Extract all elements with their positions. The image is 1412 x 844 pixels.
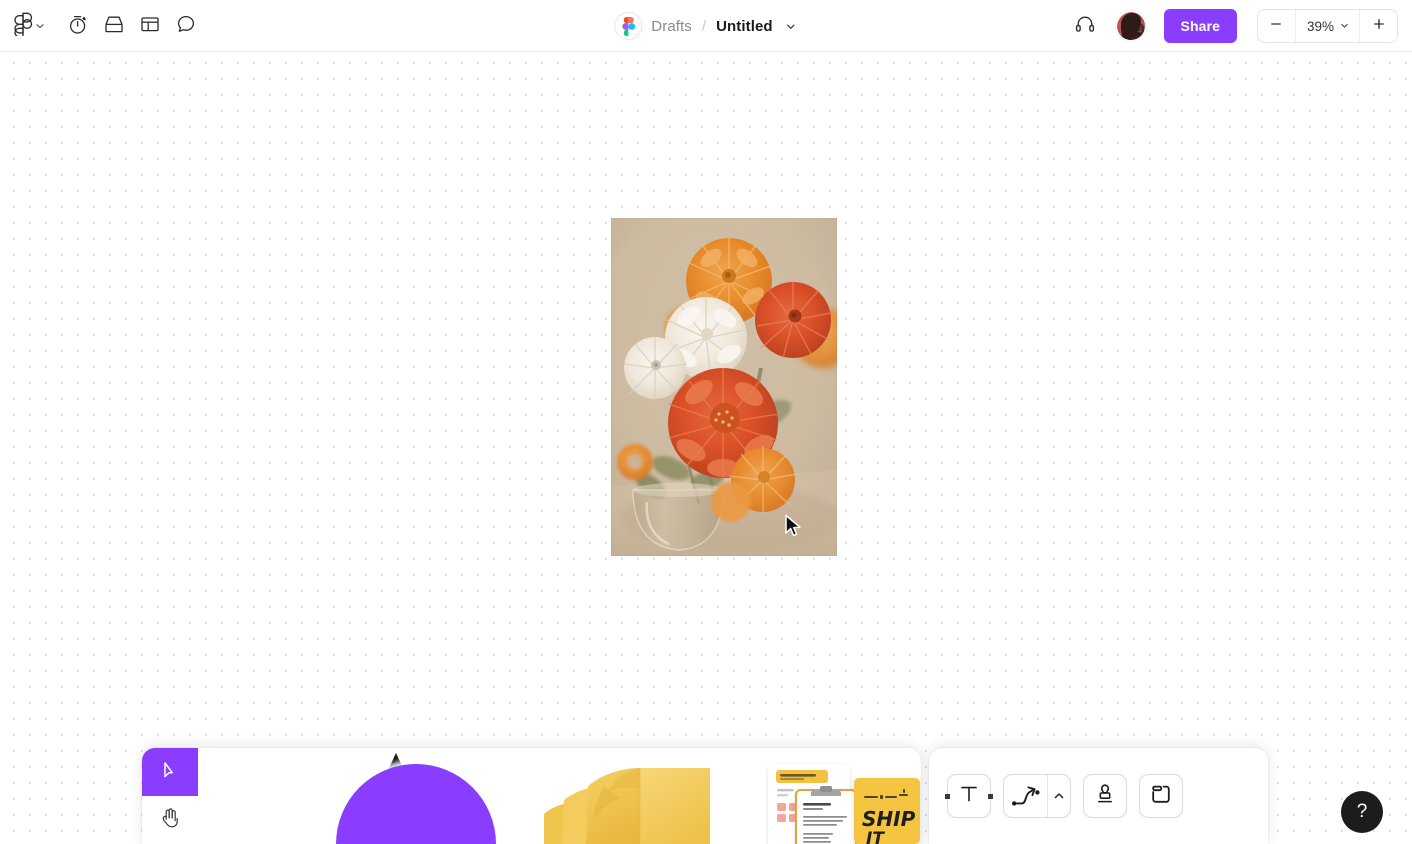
help-button[interactable]: ? xyxy=(1341,791,1383,833)
file-menu-chevron-down-icon[interactable] xyxy=(785,20,798,33)
top-bar-right-tools: Share 39% xyxy=(1068,0,1398,52)
connector-tool-chevron-up-icon[interactable] xyxy=(1047,775,1070,817)
zoom-level-value: 39% xyxy=(1306,18,1334,34)
section-icon xyxy=(1149,782,1173,811)
zoom-controls: 39% xyxy=(1256,9,1398,43)
bottom-toolbar: SHIP IT xyxy=(142,748,1268,844)
text-t-icon xyxy=(957,782,981,811)
breadcrumb-separator: / xyxy=(701,17,707,35)
inbox-button[interactable] xyxy=(96,8,132,44)
cursor-arrow-icon xyxy=(159,759,181,786)
text-handle-left xyxy=(945,793,951,799)
inbox-icon xyxy=(103,13,125,40)
connector-tool xyxy=(1003,774,1072,818)
comment-bubble-icon xyxy=(175,13,197,40)
minus-icon xyxy=(1269,17,1283,36)
svg-text:IT: IT xyxy=(866,829,885,844)
breadcrumb-file-name[interactable]: Untitled xyxy=(716,18,773,35)
shape-tool[interactable] xyxy=(336,748,496,844)
stamp-icon xyxy=(1093,782,1117,811)
breadcrumb-project[interactable]: Drafts xyxy=(651,18,692,35)
plus-icon xyxy=(1372,17,1386,36)
timer-button[interactable] xyxy=(60,8,96,44)
zoom-chevron-down-icon xyxy=(1339,19,1350,34)
figjam-editor: Drafts / Untitled Share 39% SHIP IT ? xyxy=(0,0,1412,844)
zoom-in-button[interactable] xyxy=(1359,10,1397,42)
timer-icon xyxy=(67,13,89,40)
breadcrumb: Drafts / Untitled xyxy=(614,0,797,52)
toolbar-main-section: SHIP IT xyxy=(142,748,922,844)
panel-layout-icon xyxy=(139,13,161,40)
comment-button[interactable] xyxy=(168,8,204,44)
text-tool[interactable] xyxy=(945,774,994,818)
zoom-level-button[interactable]: 39% xyxy=(1295,10,1359,42)
flower-photograph[interactable] xyxy=(611,218,837,556)
toolbar-side-section xyxy=(929,748,1268,844)
chevron-down-icon xyxy=(34,20,46,32)
pointer-tool-stack xyxy=(142,748,198,844)
headphones-icon xyxy=(1074,13,1096,40)
audio-button[interactable] xyxy=(1068,9,1102,43)
share-button[interactable]: Share xyxy=(1163,9,1237,43)
board-canvas[interactable] xyxy=(0,52,1412,844)
top-bar-left-tools xyxy=(8,0,204,52)
user-avatar[interactable] xyxy=(1115,11,1146,41)
text-handle-right xyxy=(988,793,994,799)
top-bar: Drafts / Untitled Share 39% xyxy=(0,0,1412,52)
zoom-out-button[interactable] xyxy=(1257,10,1296,42)
figma-logo-icon xyxy=(14,12,33,41)
file-thumbnail-avatar xyxy=(614,12,643,40)
cursor-tool[interactable] xyxy=(142,748,198,796)
stamp-tool[interactable] xyxy=(1083,774,1128,818)
template-tool[interactable]: SHIP IT xyxy=(756,748,921,844)
section-tool[interactable] xyxy=(1139,774,1184,818)
svg-text:SHIP: SHIP xyxy=(862,807,916,831)
connector-tool-button[interactable] xyxy=(1004,775,1047,817)
layout-panel-button[interactable] xyxy=(132,8,168,44)
hand-icon xyxy=(159,806,181,835)
figma-menu-button[interactable] xyxy=(8,8,48,44)
hand-tool[interactable] xyxy=(142,796,198,844)
sticky-note-tool[interactable] xyxy=(540,748,714,844)
